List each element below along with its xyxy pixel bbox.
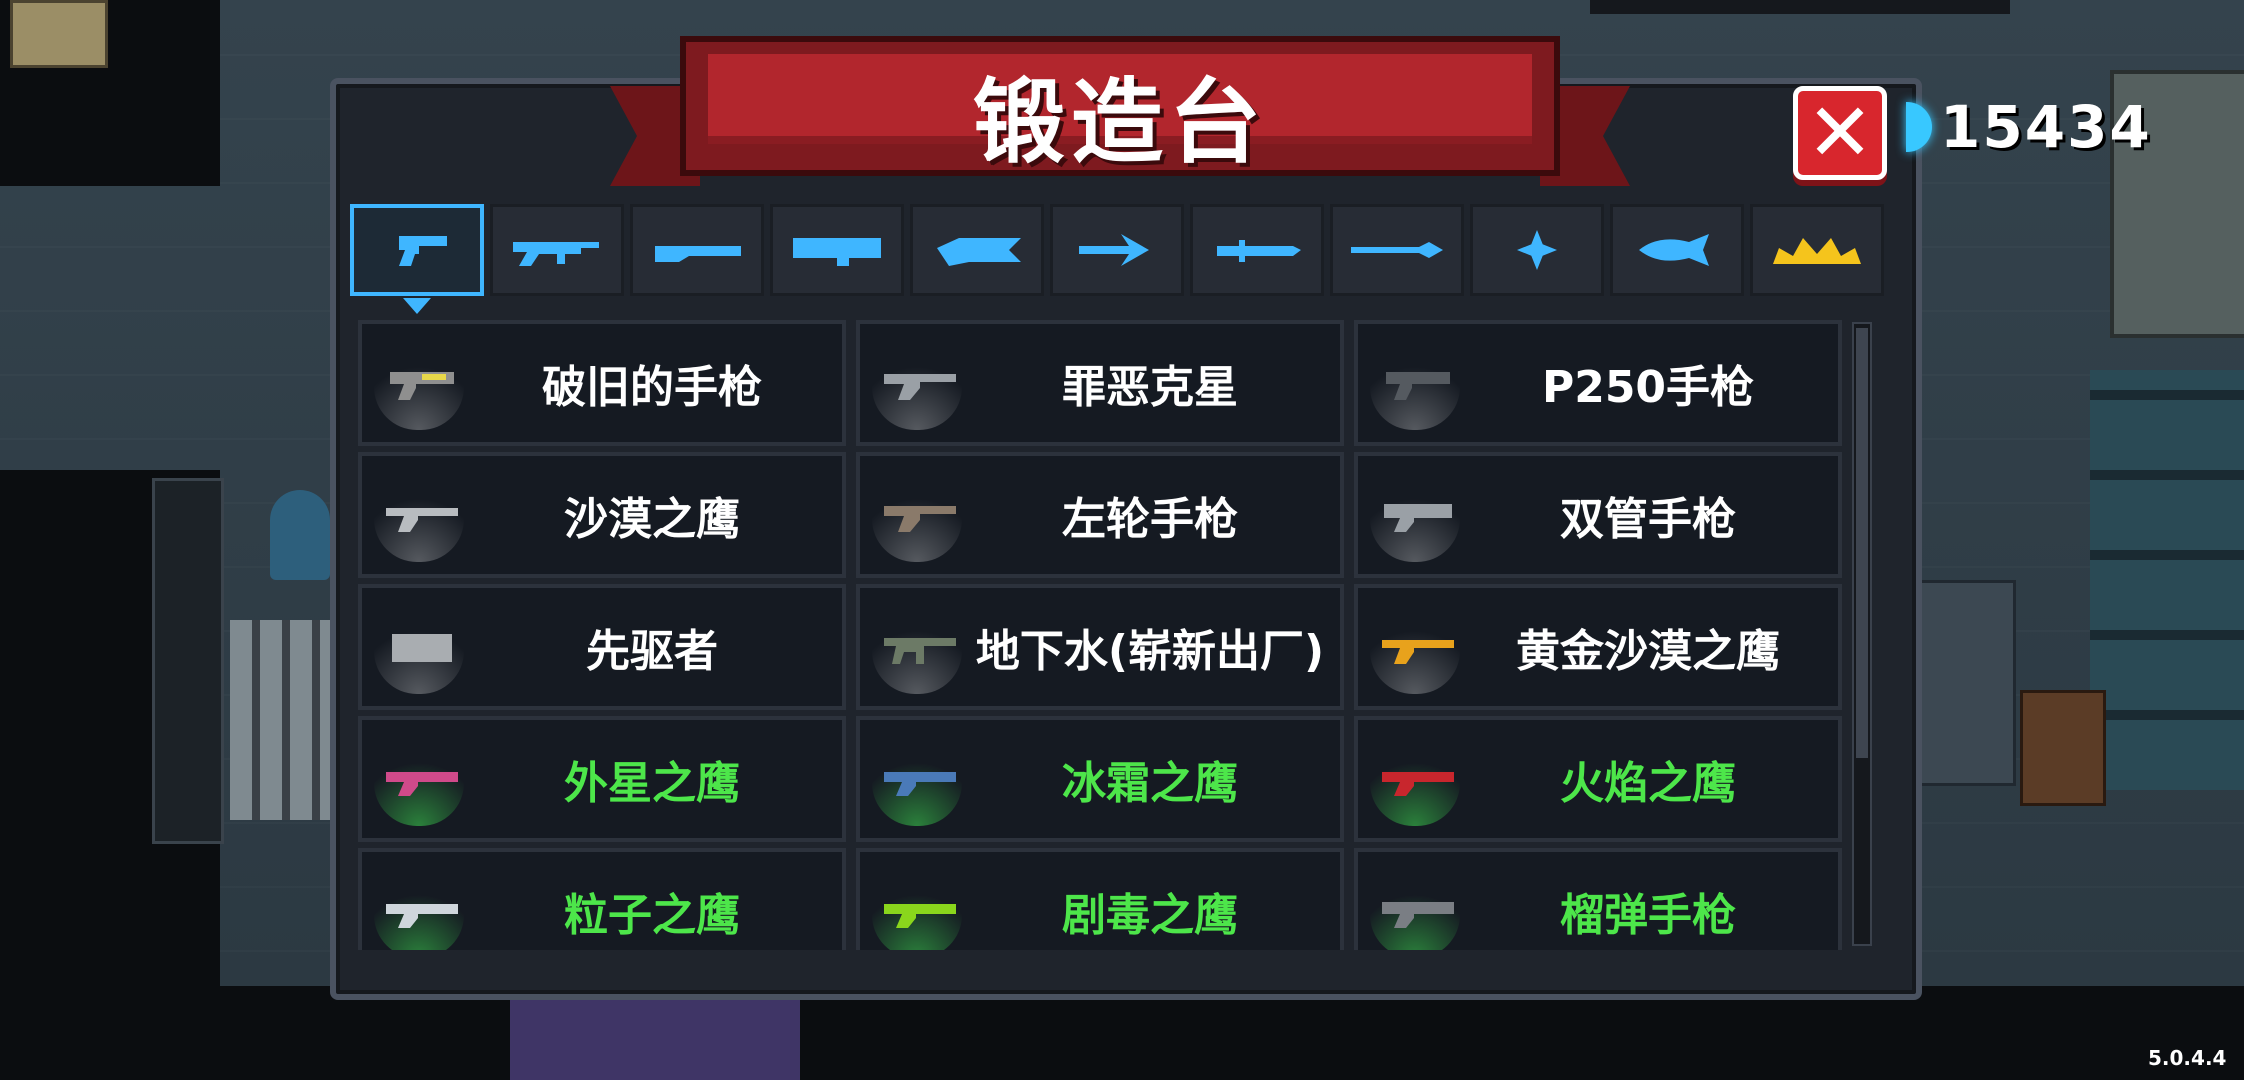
title-banner: 锻造台 — [610, 36, 1630, 186]
weapon-item[interactable]: 破旧的手枪 — [358, 320, 846, 446]
weapon-item[interactable]: 粒子之鹰 — [358, 848, 846, 950]
forge-title: 锻造台 — [972, 69, 1267, 176]
revolver-icon — [884, 506, 956, 532]
gem-count: 15434 — [1940, 93, 2152, 161]
weapon-name: 双管手枪 — [1560, 494, 1736, 545]
weapon-list: 破旧的手枪 罪恶克星 P250手枪 沙漠之鹰 左轮手枪 双管手枪 先驱者 地下水… — [358, 320, 1848, 950]
weapon-item[interactable]: 罪恶克星 — [856, 320, 1344, 446]
weapon-name: 剧毒之鹰 — [1062, 890, 1238, 941]
bow-icon — [1079, 234, 1149, 266]
pistol-icon — [399, 236, 447, 266]
dark-wall — [0, 986, 2244, 1080]
tab-spear[interactable] — [1330, 204, 1464, 296]
weapon-name: 地下水(崭新出厂) — [975, 626, 1325, 677]
tab-sword[interactable] — [1190, 204, 1324, 296]
shotgun-icon — [655, 246, 741, 262]
weapon-name: 破旧的手枪 — [542, 362, 762, 413]
weapon-item[interactable]: 沙漠之鹰 — [358, 452, 846, 578]
notice-board — [10, 0, 108, 68]
pistol-icon — [392, 634, 452, 662]
weapon-name: 左轮手枪 — [1062, 494, 1238, 545]
wooden-chair — [2020, 690, 2106, 806]
list-scrollbar[interactable] — [1852, 322, 1872, 946]
crown-icon — [1773, 238, 1861, 264]
crate-stack — [2090, 370, 2244, 790]
wall-edge — [1590, 0, 2010, 14]
tab-rifle[interactable] — [490, 204, 624, 296]
weapon-name: 冰霜之鹰 — [1062, 758, 1238, 809]
gas-cylinders — [230, 620, 330, 820]
weapon-name: 榴弹手枪 — [1560, 890, 1736, 941]
weapon-item[interactable]: P250手枪 — [1354, 320, 1842, 446]
tab-pistol[interactable] — [350, 204, 484, 314]
sword-icon — [1217, 240, 1301, 262]
grenade-pistol-icon — [1382, 902, 1454, 928]
tab-shuriken[interactable] — [1470, 204, 1604, 296]
weapon-item[interactable]: 地下水(崭新出厂) — [856, 584, 1344, 710]
weapon-item[interactable]: 黄金沙漠之鹰 — [1354, 584, 1842, 710]
weapon-name: 外星之鹰 — [564, 758, 740, 809]
door-frame — [152, 478, 224, 844]
spear-icon — [1351, 242, 1443, 258]
weapon-item[interactable]: 双管手枪 — [1354, 452, 1842, 578]
close-button[interactable]: ✕ — [1793, 86, 1887, 180]
weapon-name: 罪恶克星 — [1062, 362, 1238, 413]
tab-launcher[interactable] — [770, 204, 904, 296]
fire-pistol-icon — [1382, 772, 1454, 796]
particle-pistol-icon — [386, 904, 458, 928]
poison-pistol-icon — [884, 904, 956, 928]
tab-laser[interactable] — [910, 204, 1044, 296]
close-icon: ✕ — [1806, 86, 1874, 179]
tab-fish[interactable] — [1610, 204, 1744, 296]
weapon-category-tabs — [350, 204, 1890, 314]
scrollbar-thumb[interactable] — [1856, 328, 1868, 758]
weapon-name: 黄金沙漠之鹰 — [1516, 626, 1780, 677]
weapon-name: P250手枪 — [1541, 362, 1755, 413]
weapon-name: 先驱者 — [586, 626, 718, 677]
weapon-item[interactable]: 左轮手枪 — [856, 452, 1344, 578]
weapon-item[interactable]: 剧毒之鹰 — [856, 848, 1344, 950]
smg-icon — [884, 638, 956, 664]
double-barrel-icon — [1384, 504, 1452, 532]
character-sprite — [270, 490, 330, 580]
laser-gun-icon — [937, 238, 1021, 266]
golden-pistol-icon — [1382, 640, 1454, 664]
weapon-name: 粒子之鹰 — [564, 890, 740, 941]
gem-counter: 15434 — [1906, 92, 2152, 162]
launcher-icon — [793, 238, 881, 266]
weapon-item[interactable]: 外星之鹰 — [358, 716, 846, 842]
weapon-item[interactable]: 火焰之鹰 — [1354, 716, 1842, 842]
shuriken-icon — [1517, 230, 1557, 270]
rifle-icon — [513, 242, 599, 266]
tab-bow[interactable] — [1050, 204, 1184, 296]
revolver-icon — [884, 374, 956, 400]
alien-pistol-icon — [386, 772, 458, 796]
tab-special[interactable] — [1750, 204, 1884, 296]
version-label: 5.0.4.4 — [2148, 1046, 2227, 1070]
weapon-name: 火焰之鹰 — [1560, 758, 1736, 809]
pistol-icon — [390, 372, 454, 400]
frost-pistol-icon — [884, 772, 956, 796]
desert-eagle-icon — [386, 508, 458, 532]
computer-desk — [1910, 580, 2016, 786]
fish-icon — [1639, 234, 1709, 266]
weapon-item[interactable]: 先驱者 — [358, 584, 846, 710]
pistol-icon — [1386, 372, 1450, 400]
gem-icon — [1906, 102, 1932, 152]
weapon-name: 沙漠之鹰 — [564, 494, 740, 545]
weapon-item[interactable]: 冰霜之鹰 — [856, 716, 1344, 842]
weapon-item[interactable]: 榴弹手枪 — [1354, 848, 1842, 950]
portal-floor — [510, 1000, 800, 1080]
tab-shotgun[interactable] — [630, 204, 764, 296]
